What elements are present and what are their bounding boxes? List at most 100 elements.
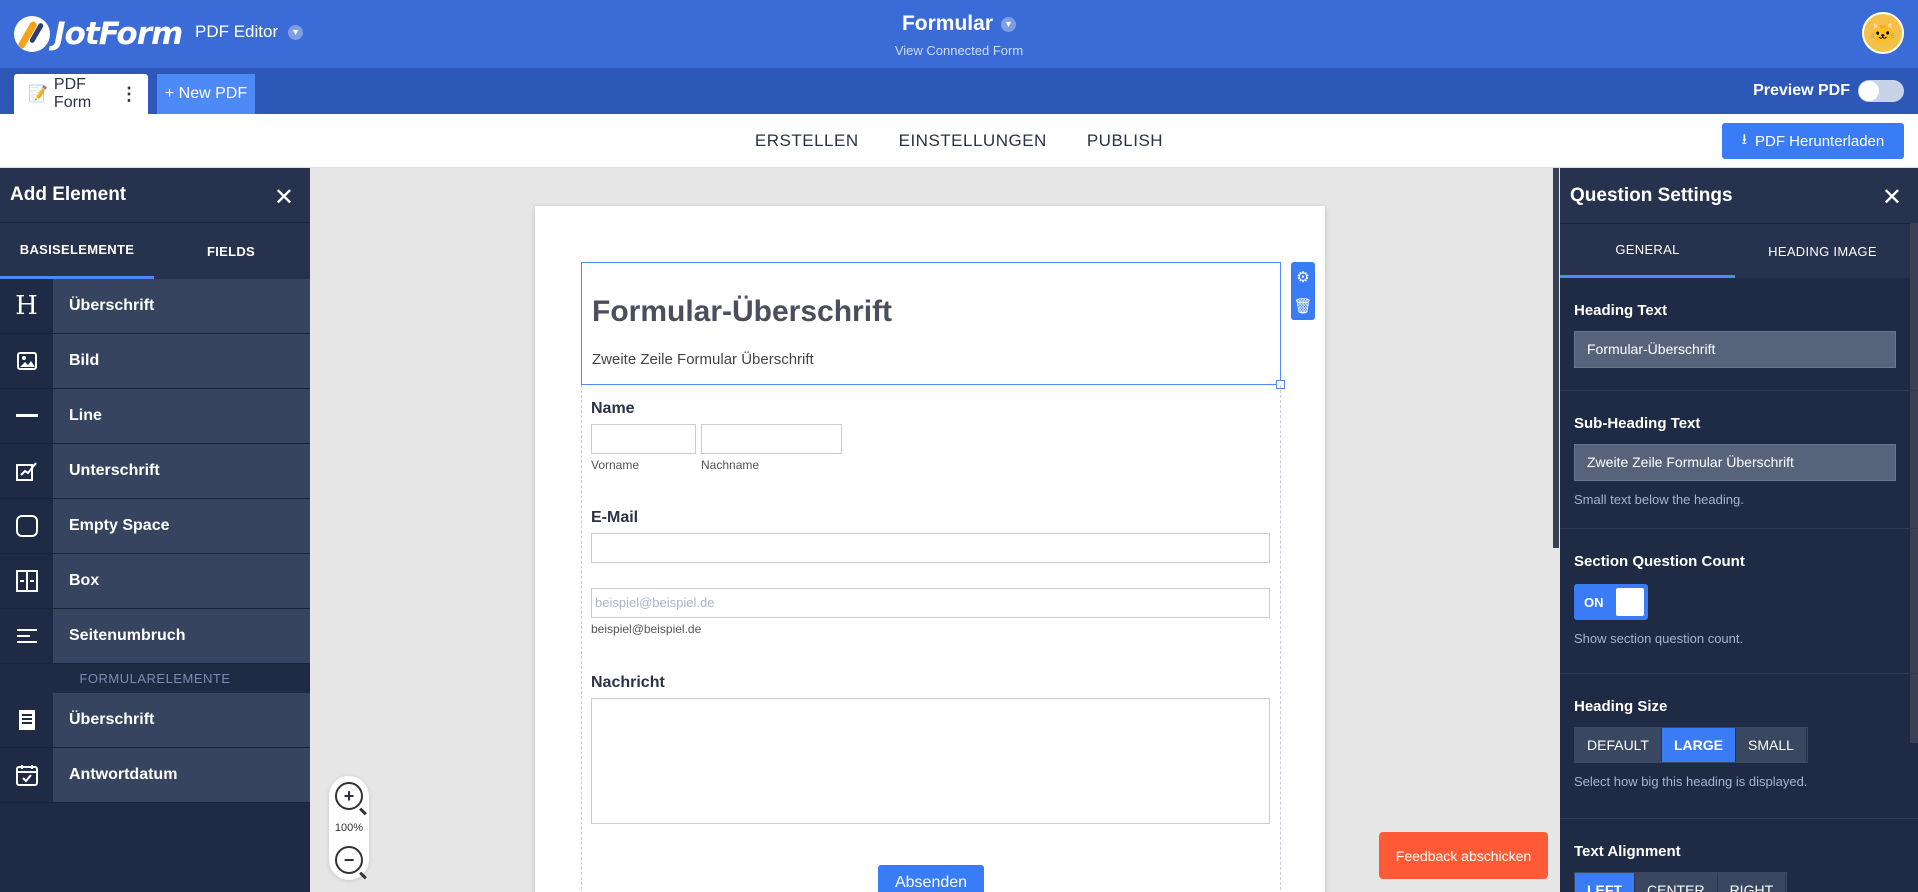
heading-block[interactable]: Formular-Überschrift Zweite Zeile Formul… (581, 262, 1285, 389)
message-label: Nachricht (591, 674, 665, 691)
feedback-button[interactable]: Feedback abschicken (1379, 832, 1548, 879)
submit-button[interactable]: Absenden (878, 865, 984, 892)
element-label: Unterschrift (53, 444, 310, 498)
tab-label: PDF Form (53, 76, 92, 111)
preview-pdf-toggle[interactable]: Preview PDF (1753, 80, 1904, 102)
avatar[interactable]: 🐱 (1862, 12, 1904, 54)
element-heading[interactable]: H Überschrift (0, 279, 310, 334)
form-title[interactable]: Formular ▼ (0, 12, 1918, 36)
tab-fields[interactable]: FIELDS (154, 223, 308, 279)
new-pdf-button[interactable]: + New PDF (157, 74, 255, 114)
nav-publish[interactable]: PUBLISH (1087, 131, 1163, 151)
toggle-knob (1616, 588, 1644, 616)
zoom-in-icon[interactable]: + (335, 782, 363, 810)
element-label: Empty Space (53, 499, 310, 553)
download-icon: ⭳ (1741, 130, 1748, 148)
preview-label: Preview PDF (1753, 82, 1850, 99)
element-label: Seitenumbruch (53, 609, 310, 663)
message-textarea[interactable] (591, 698, 1270, 824)
download-pdf-button[interactable]: ⭳ PDF Herunterladen (1722, 123, 1904, 159)
first-name-input[interactable] (591, 424, 696, 454)
panel-title: Add Element (10, 184, 127, 205)
section-formularelemente: FORMULARELEMENTE (0, 664, 310, 693)
tab-general[interactable]: GENERAL (1560, 224, 1735, 278)
nav-einstellungen[interactable]: EINSTELLUNGEN (899, 131, 1047, 151)
align-center[interactable]: CENTER (1635, 873, 1718, 892)
calendar-icon (0, 748, 53, 802)
size-large[interactable]: LARGE (1661, 728, 1736, 762)
element-list: H Überschrift Bild Line Unterschrift Emp… (0, 279, 310, 803)
email-confirm-input[interactable]: beispiel@beispiel.de (591, 588, 1270, 618)
image-icon (0, 334, 53, 388)
main-nav: ERSTELLEN EINSTELLUNGEN PUBLISH ⭳ PDF He… (0, 114, 1918, 168)
tab-heading-image[interactable]: HEADING IMAGE (1735, 224, 1910, 278)
kebab-menu-icon[interactable]: ⋮ (120, 84, 138, 105)
zoom-out-icon[interactable]: − (335, 846, 363, 874)
close-icon[interactable]: ✕ (1882, 183, 1902, 212)
heading-icon: H (0, 279, 53, 333)
last-name-sublabel: Nachname (701, 458, 760, 472)
zoom-control: + 100% − (329, 776, 369, 880)
heading-text-input[interactable]: Formular-Überschrift (1574, 331, 1896, 368)
email-input[interactable] (591, 533, 1270, 563)
size-default[interactable]: DEFAULT (1575, 728, 1662, 762)
download-label: PDF Herunterladen (1755, 132, 1885, 150)
element-label: Line (53, 389, 310, 443)
name-label: Name (591, 400, 635, 417)
view-connected-form-link[interactable]: View Connected Form (0, 43, 1918, 58)
email-label: E-Mail (591, 509, 639, 526)
element-form-heading[interactable]: Überschrift (0, 693, 310, 748)
element-image[interactable]: Bild (0, 334, 310, 389)
tab-basiselemente[interactable]: BASISELEMENTE (0, 223, 154, 279)
zoom-level: 100% (334, 822, 364, 834)
signature-icon (0, 444, 53, 498)
question-settings-panel: Question Settings ✕ GENERAL HEADING IMAG… (1560, 168, 1918, 892)
element-label: Box (53, 554, 310, 608)
element-signature[interactable]: Unterschrift (0, 444, 310, 499)
line-icon (0, 389, 53, 443)
element-box[interactable]: Box (0, 554, 310, 609)
element-label: Bild (53, 334, 310, 388)
text-alignment-section: Text Alignment LEFT CENTER RIGHT (1560, 819, 1918, 892)
close-icon[interactable]: ✕ (274, 183, 294, 212)
document-tabs: 📝 PDF Form ⋮ + New PDF Preview PDF (0, 68, 1918, 114)
align-right[interactable]: RIGHT (1717, 873, 1787, 892)
element-empty-space[interactable]: Empty Space (0, 499, 310, 554)
text-alignment-selector: LEFT CENTER RIGHT (1574, 872, 1788, 892)
gear-icon[interactable]: ⚙ (1296, 268, 1309, 286)
heading-text-section: Heading Text Formular-Überschrift (1560, 278, 1918, 391)
toggle-switch[interactable] (1858, 80, 1904, 102)
subheading-section: Sub-Heading Text Zweite Zeile Formular Ü… (1560, 391, 1918, 529)
question-count-toggle[interactable]: ON (1574, 584, 1648, 620)
pdf-form-tab[interactable]: 📝 PDF Form ⋮ (14, 74, 148, 114)
canvas-scrollbar[interactable] (1553, 168, 1559, 548)
size-small[interactable]: SMALL (1735, 728, 1807, 762)
empty-space-icon (0, 499, 53, 553)
trash-icon[interactable]: 🗑 (1293, 297, 1312, 315)
element-answer-date[interactable]: Antwortdatum (0, 748, 310, 803)
email-placeholder: beispiel@beispiel.de (595, 595, 715, 610)
edit-document-icon: 📝 (28, 86, 48, 103)
add-element-panel: Add Element ✕ BASISELEMENTE FIELDS H Übe… (0, 168, 310, 892)
element-label: Antwortdatum (53, 748, 310, 802)
last-name-input[interactable] (701, 424, 842, 454)
count-label: Section Question Count (1574, 553, 1745, 570)
nav-erstellen[interactable]: ERSTELLEN (755, 131, 859, 151)
chevron-down-icon: ▼ (1001, 16, 1016, 32)
align-label: Text Alignment (1574, 843, 1681, 860)
element-page-break[interactable]: Seitenumbruch (0, 609, 310, 664)
document-icon (0, 693, 53, 747)
subheading-input[interactable]: Zweite Zeile Formular Überschrift (1574, 444, 1896, 481)
subheading-help: Small text below the heading. (1574, 492, 1744, 507)
element-tabs: BASISELEMENTE FIELDS (0, 222, 310, 279)
subheading-label: Sub-Heading Text (1574, 415, 1701, 432)
element-line[interactable]: Line (0, 389, 310, 444)
top-header: JotForm PDF Editor ▼ Formular ▼ View Con… (0, 0, 1918, 68)
element-label: Überschrift (53, 279, 310, 333)
heading-size-selector: DEFAULT LARGE SMALL (1574, 727, 1808, 763)
panel-header: Question Settings ✕ (1560, 168, 1918, 223)
pdf-page: Formular-Überschrift Zweite Zeile Formul… (535, 206, 1325, 892)
panel-header: Add Element ✕ (0, 168, 310, 222)
align-left[interactable]: LEFT (1575, 873, 1635, 892)
toggle-state: ON (1584, 594, 1604, 610)
